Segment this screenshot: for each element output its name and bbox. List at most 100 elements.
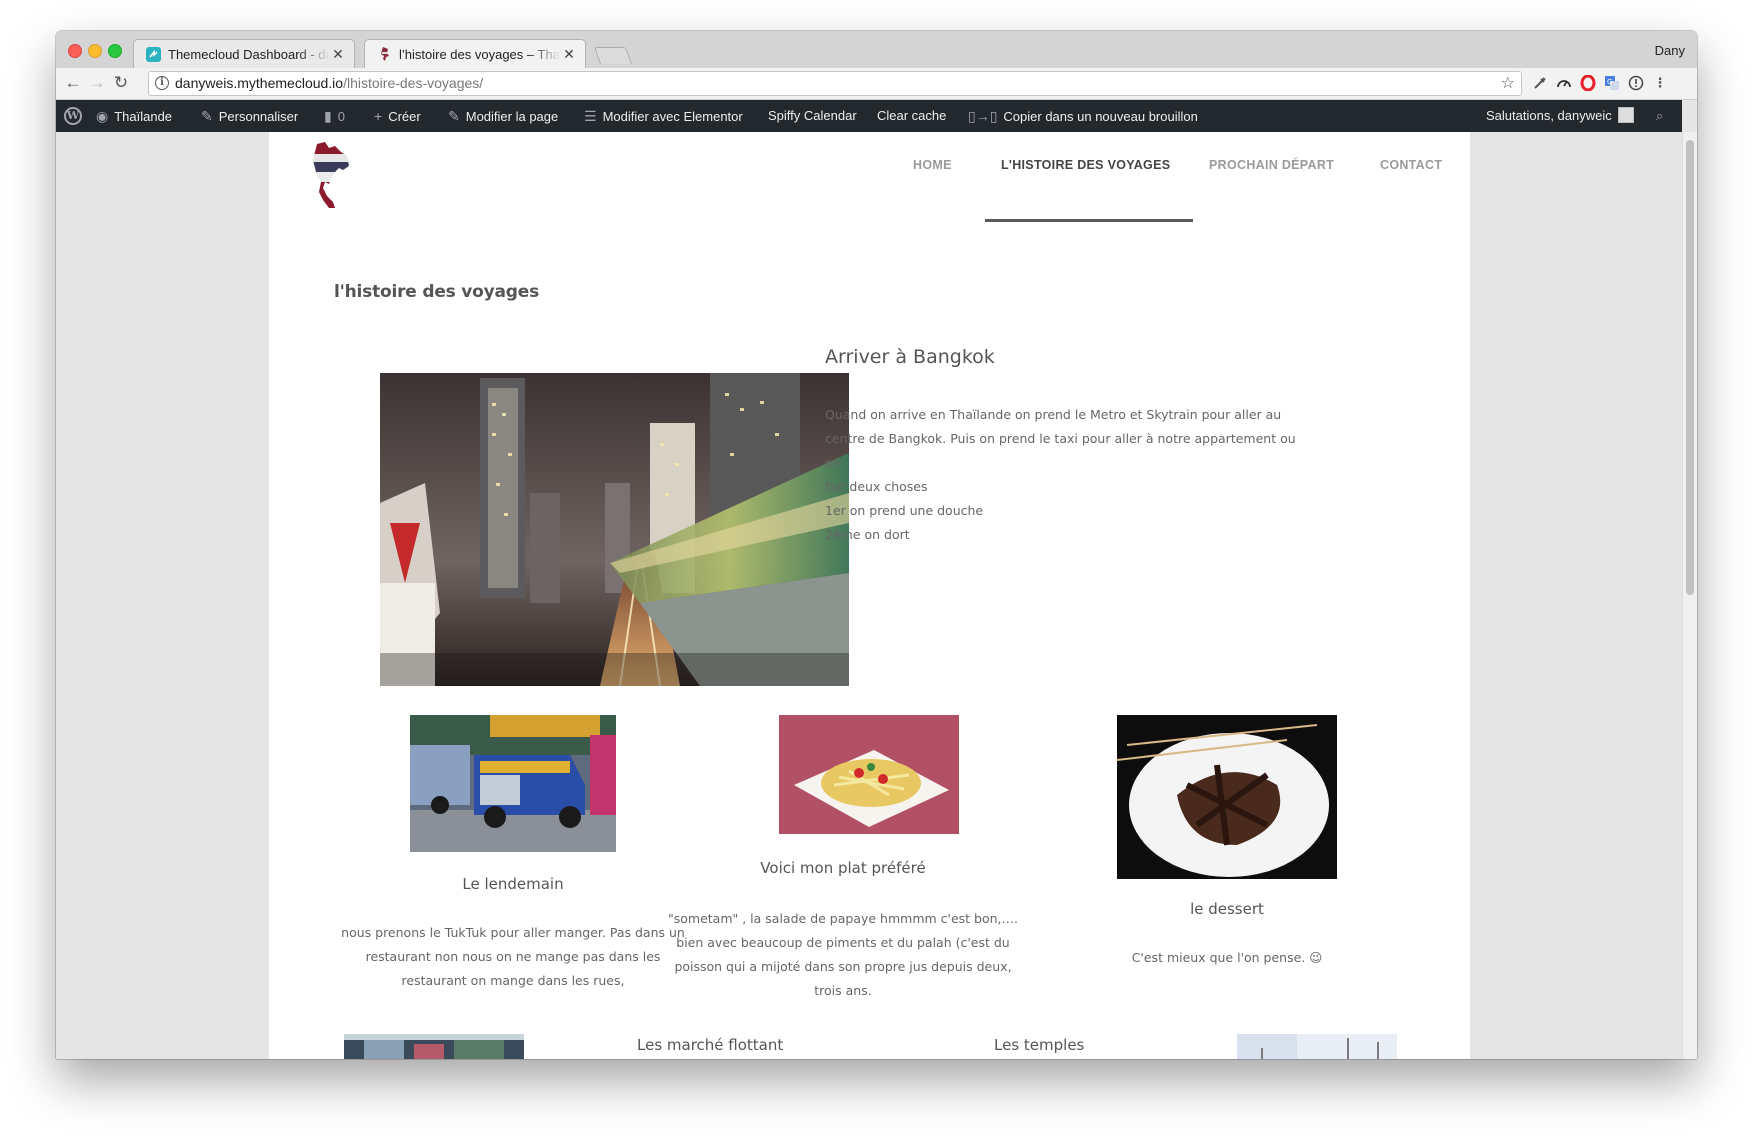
paintbrush-icon: ✎ <box>201 108 213 124</box>
nav-prochain-depart[interactable]: PROCHAIN DÉPART <box>1209 158 1334 172</box>
menu-icon[interactable]: ⋮ <box>1652 75 1668 91</box>
hero-text-line: centre de Bangkok. Puis on prend le taxi… <box>825 431 1296 470</box>
url-host: danyweis.mythemecloud.io <box>175 75 344 91</box>
admin-copy-draft-link[interactable]: ▯→▯ Copier dans un nouveau brouillon <box>968 100 1198 132</box>
reload-icon[interactable]: ↻ <box>110 72 132 94</box>
nav-home[interactable]: HOME <box>913 158 952 172</box>
site-logo[interactable] <box>311 142 351 210</box>
tab-label: Themecloud Dashboard - dany <box>168 46 330 62</box>
site-info-icon[interactable]: i <box>155 76 169 90</box>
heading-marche-flottant: Les marché flottant <box>637 1036 784 1054</box>
window-close-button[interactable] <box>68 44 82 58</box>
avatar <box>1617 107 1634 123</box>
nav-histoire[interactable]: L'HISTOIRE DES VOYAGES <box>1001 158 1170 172</box>
page-viewport: HOME L'HISTOIRE DES VOYAGES PROCHAIN DÉP… <box>56 132 1682 1059</box>
wordpress-logo-icon[interactable]: W <box>64 107 82 125</box>
admin-new-label: Créer <box>388 109 421 124</box>
hero-heading: Arriver à Bangkok <box>825 346 995 368</box>
card-text-line: poisson qui a mijoté dans son propre jus… <box>674 959 1012 974</box>
heading-temples: Les temples <box>994 1036 1085 1054</box>
window-maximize-button[interactable] <box>108 44 122 58</box>
browser-window: Themecloud Dashboard - dany ✕ l’histoire… <box>56 31 1697 1059</box>
card-heading-plat: Voici mon plat préféré <box>760 859 926 877</box>
back-icon[interactable]: ← <box>62 72 84 94</box>
admin-edit-page-link[interactable]: ✎ Modifier la page <box>448 100 558 132</box>
admin-customize-label: Personnaliser <box>218 109 299 124</box>
bookmark-star-icon[interactable]: ☆ <box>1501 72 1515 95</box>
admin-edit-page-label: Modifier la page <box>465 109 559 124</box>
hero-text: Quand on arrive en Thaïlande on prend le… <box>825 403 1305 547</box>
profile-name[interactable]: Dany <box>1655 43 1685 58</box>
pencil-icon: ✎ <box>448 108 460 124</box>
tab-label: l’histoire des voyages – Thailande <box>399 46 561 62</box>
admin-clear-cache-link[interactable]: Clear cache <box>877 100 946 132</box>
admin-elementor-link[interactable]: ☰ Modifier avec Elementor <box>584 100 743 132</box>
nav-active-indicator <box>985 219 1193 222</box>
url-text: danyweis.mythemecloud.io/lhistoire-des-v… <box>175 72 483 95</box>
admin-comments-count: 0 <box>337 109 345 124</box>
hero-text-line: Quand on arrive en Thaïlande on prend le… <box>825 407 1282 422</box>
page-scrollbar[interactable] <box>1682 132 1697 1059</box>
admin-elementor-label: Modifier avec Elementor <box>602 109 743 124</box>
copy-document-icon: ▯→▯ <box>968 108 998 124</box>
floating-market-image <box>344 1034 524 1059</box>
card-text-dessert: C'est mieux que l'on pense. 😉 <box>1044 946 1410 970</box>
url-path: /lhistoire-des-voyages/ <box>343 75 484 91</box>
admin-copy-draft-label: Copier dans un nouveau brouillon <box>1003 109 1198 124</box>
hero-text-line: fait deux choses <box>825 479 928 494</box>
tab-close-icon[interactable]: ✕ <box>561 46 577 63</box>
forward-icon[interactable]: → <box>86 72 108 94</box>
admin-account-menu[interactable]: Salutations, danyweic <box>1486 100 1634 132</box>
opera-extension-icon[interactable] <box>1580 75 1596 91</box>
card-text-line: restaurant non nous on ne mange pas dans… <box>365 949 661 964</box>
card-text-lendemain: nous prenons le TukTuk pour aller manger… <box>330 921 696 993</box>
address-bar[interactable]: i danyweis.mythemecloud.io/lhistoire-des… <box>148 71 1522 96</box>
wp-admin-bar: W ◉ Thaïlande ✎ Personnaliser ▮ 0 + Créer ✎ M… <box>56 100 1682 132</box>
nav-contact[interactable]: CONTACT <box>1380 158 1442 172</box>
fried-insects-image <box>1117 715 1337 879</box>
browser-toolbar: ← → ↻ i danyweis.mythemecloud.io/lhistoi… <box>56 68 1697 100</box>
card-text-line: nous prenons le TukTuk pour aller manger… <box>341 925 685 940</box>
elementor-icon: ☰ <box>584 108 597 124</box>
card-text-line: "sometam" , la salade de papaye hmmmm c'… <box>668 911 1018 926</box>
somtam-image <box>779 715 959 834</box>
card-text-line: C'est mieux que l'on pense. 😉 <box>1131 950 1323 965</box>
tab-histoire[interactable]: l’histoire des voyages – Thailande ✕ <box>364 39 586 68</box>
tab-themecloud[interactable]: Themecloud Dashboard - dany ✕ <box>133 39 355 68</box>
window-minimize-button[interactable] <box>88 44 102 58</box>
card-text-line: trois ans. <box>814 983 872 998</box>
tab-close-icon[interactable]: ✕ <box>330 46 346 63</box>
info-extension-icon[interactable] <box>1628 75 1644 91</box>
card-heading-lendemain: Le lendemain <box>462 875 564 893</box>
plus-icon: + <box>374 108 383 124</box>
admin-comments-link[interactable]: ▮ 0 <box>324 100 345 132</box>
admin-site-name: Thaïlande <box>114 109 173 124</box>
temples-image <box>1237 1034 1397 1059</box>
tuktuk-image <box>410 715 616 852</box>
admin-spiffy-calendar-link[interactable]: Spiffy Calendar <box>768 100 857 132</box>
eyedropper-extension-icon[interactable] <box>1532 75 1548 91</box>
card-text-line: restaurant on mange dans les rues, <box>401 973 625 988</box>
admin-site-link[interactable]: ◉ Thaïlande <box>96 100 172 132</box>
page-sheet: HOME L'HISTOIRE DES VOYAGES PROCHAIN DÉP… <box>269 132 1470 1059</box>
admin-search-icon[interactable]: ⌕ <box>1656 100 1663 132</box>
dashboard-icon: ◉ <box>96 108 109 124</box>
new-tab-button[interactable] <box>593 47 633 64</box>
hero-text-line: 1er on prend une douche <box>825 503 984 518</box>
comment-bubble-icon: ▮ <box>324 108 332 124</box>
admin-new-link[interactable]: + Créer <box>374 100 421 132</box>
bangkok-skytrain-image <box>380 373 849 686</box>
themecloud-icon <box>146 46 161 62</box>
card-text-line: bien avec beaucoup de piments et du pala… <box>676 935 1010 950</box>
tab-strip: Themecloud Dashboard - dany ✕ l’histoire… <box>56 31 1697 68</box>
svg-text:G: G <box>1607 78 1612 86</box>
site-favicon-icon <box>377 46 392 62</box>
speed-gauge-extension-icon[interactable] <box>1556 75 1572 91</box>
admin-customize-link[interactable]: ✎ Personnaliser <box>201 100 298 132</box>
card-heading-dessert: le dessert <box>1190 900 1264 918</box>
card-text-plat: "sometam" , la salade de papaye hmmmm c'… <box>660 907 1026 1003</box>
page-title: l'histoire des voyages <box>334 282 540 302</box>
translate-extension-icon[interactable]: G <box>1604 75 1620 91</box>
admin-greeting: Salutations, danyweic <box>1486 108 1612 123</box>
scrollbar-thumb[interactable] <box>1686 140 1694 595</box>
